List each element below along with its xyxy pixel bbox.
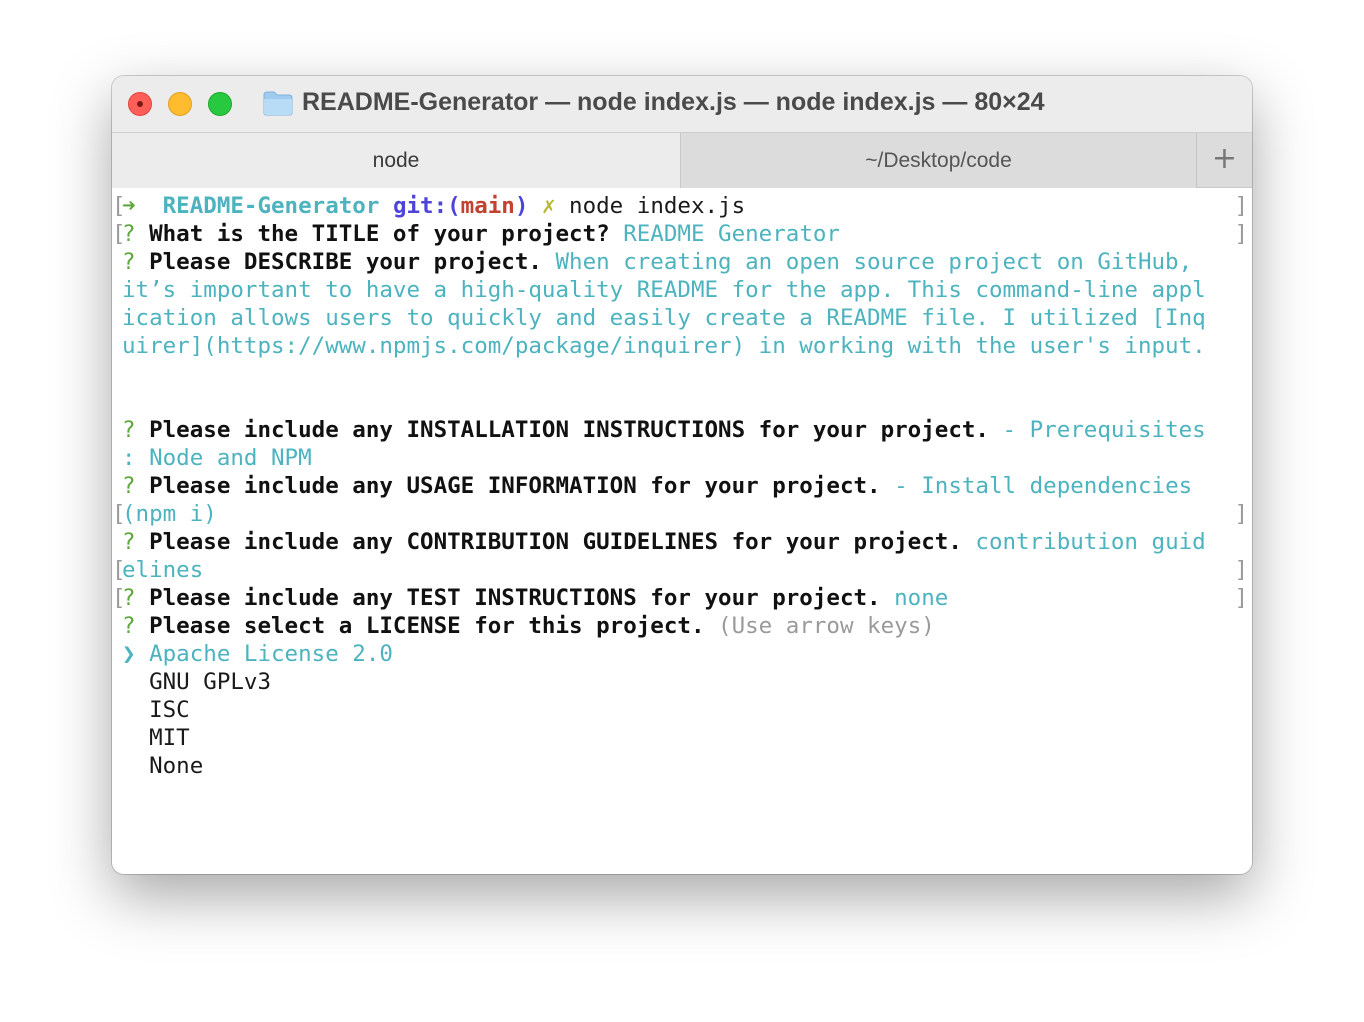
license-hint: (Use arrow keys) bbox=[718, 613, 935, 639]
installation-answer-line: : Node and NPM bbox=[112, 444, 1252, 472]
contribution-answer: elines bbox=[122, 557, 204, 583]
question-mark: ? bbox=[122, 585, 136, 611]
contribution-answer: contribution guid bbox=[975, 529, 1206, 555]
prompt-directory: README-Generator bbox=[162, 193, 380, 219]
license-question: Please select a LICENSE for this project… bbox=[149, 613, 705, 639]
window-title: README-Generator — node index.js — node … bbox=[302, 88, 1045, 116]
git-label-close: ) bbox=[514, 193, 529, 219]
terminal-window: README-Generator — node index.js — node … bbox=[112, 76, 1252, 874]
describe-answer: ication allows users to quickly and easi… bbox=[122, 305, 1206, 331]
question-mark: ? bbox=[122, 613, 136, 639]
license-option-label: ISC bbox=[149, 697, 190, 723]
describe-answer-line: uirer](https://www.npmjs.com/package/inq… bbox=[112, 332, 1252, 360]
tab-node[interactable]: node bbox=[112, 133, 681, 188]
describe-question-line: ? Please DESCRIBE your project. When cre… bbox=[112, 248, 1252, 276]
close-button[interactable] bbox=[128, 92, 152, 116]
contribution-question: Please include any CONTRIBUTION GUIDELIN… bbox=[149, 529, 962, 555]
title-question: What is the TITLE of your project? bbox=[149, 221, 610, 247]
folder-icon bbox=[263, 91, 293, 116]
describe-answer: it’s important to have a high-quality RE… bbox=[122, 277, 1206, 303]
question-mark: ? bbox=[122, 529, 136, 555]
dirty-mark-icon: ✗ bbox=[541, 193, 556, 219]
test-question: Please include any TEST INSTRUCTIONS for… bbox=[149, 585, 881, 611]
git-branch: main bbox=[460, 193, 515, 219]
zoom-button[interactable] bbox=[208, 92, 232, 116]
contribution-answer-line: [ elines ] bbox=[112, 557, 1248, 583]
tab-bar: node ~/Desktop/code + bbox=[112, 132, 1252, 188]
contribution-question-line: ? Please include any CONTRIBUTION GUIDEL… bbox=[112, 528, 1252, 556]
git-label: git:( bbox=[392, 193, 461, 219]
describe-answer-line: ication allows users to quickly and easi… bbox=[112, 304, 1252, 332]
license-question-line: ? Please select a LICENSE for this proje… bbox=[112, 612, 1252, 640]
test-answer: none bbox=[894, 585, 949, 611]
usage-answer-line: [ (npm i) ] bbox=[112, 501, 1248, 527]
license-option[interactable]: None bbox=[112, 752, 1252, 780]
question-mark: ? bbox=[122, 473, 136, 499]
prompt-arrow-icon: ➜ bbox=[122, 193, 136, 219]
usage-answer: (npm i) bbox=[122, 501, 217, 527]
installation-answer: : Node and NPM bbox=[122, 445, 312, 471]
command-text: node index.js bbox=[569, 193, 746, 219]
tab-desktop-code[interactable]: ~/Desktop/code bbox=[681, 133, 1197, 188]
question-mark: ? bbox=[122, 249, 136, 275]
license-option-label: None bbox=[149, 753, 204, 779]
describe-answer: uirer](https://www.npmjs.com/package/inq… bbox=[122, 333, 1206, 359]
describe-question: Please DESCRIBE your project. bbox=[149, 249, 542, 275]
title-bar[interactable]: README-Generator — node index.js — node … bbox=[112, 76, 1252, 132]
pointer-icon: ❯ bbox=[122, 641, 136, 667]
license-option[interactable]: GNU GPLv3 bbox=[112, 668, 1252, 696]
shell-prompt-line: [ ➜ README-Generator git:(main) ✗ node i… bbox=[112, 193, 1248, 219]
describe-answer: When creating an open source project on … bbox=[555, 249, 1193, 275]
minimize-button[interactable] bbox=[168, 92, 192, 116]
license-option-label: MIT bbox=[149, 725, 190, 751]
test-question-line: [ ? Please include any TEST INSTRUCTIONS… bbox=[112, 585, 1248, 611]
license-option[interactable]: MIT bbox=[112, 724, 1252, 752]
describe-answer-line: it’s important to have a high-quality RE… bbox=[112, 276, 1252, 304]
question-mark: ? bbox=[122, 221, 136, 247]
title-question-line: [ ? What is the TITLE of your project? R… bbox=[112, 221, 1248, 247]
question-mark: ? bbox=[122, 417, 136, 443]
usage-question-line: ? Please include any USAGE INFORMATION f… bbox=[112, 472, 1252, 500]
title-answer: README Generator bbox=[623, 221, 840, 247]
terminal-output[interactable]: [ ➜ README-Generator git:(main) ✗ node i… bbox=[112, 188, 1252, 874]
license-option-label: Apache License 2.0 bbox=[149, 641, 393, 667]
installation-question-line: ? Please include any INSTALLATION INSTRU… bbox=[112, 416, 1252, 444]
installation-question: Please include any INSTALLATION INSTRUCT… bbox=[149, 417, 989, 443]
license-option-label: GNU GPLv3 bbox=[149, 669, 272, 695]
new-tab-button[interactable]: + bbox=[1197, 133, 1252, 188]
license-option[interactable]: ISC bbox=[112, 696, 1252, 724]
usage-answer: - Install dependencies bbox=[894, 473, 1193, 499]
installation-answer: - Prerequisites bbox=[1002, 417, 1206, 443]
license-option-selected[interactable]: ❯ Apache License 2.0 bbox=[112, 640, 1252, 668]
usage-question: Please include any USAGE INFORMATION for… bbox=[149, 473, 881, 499]
